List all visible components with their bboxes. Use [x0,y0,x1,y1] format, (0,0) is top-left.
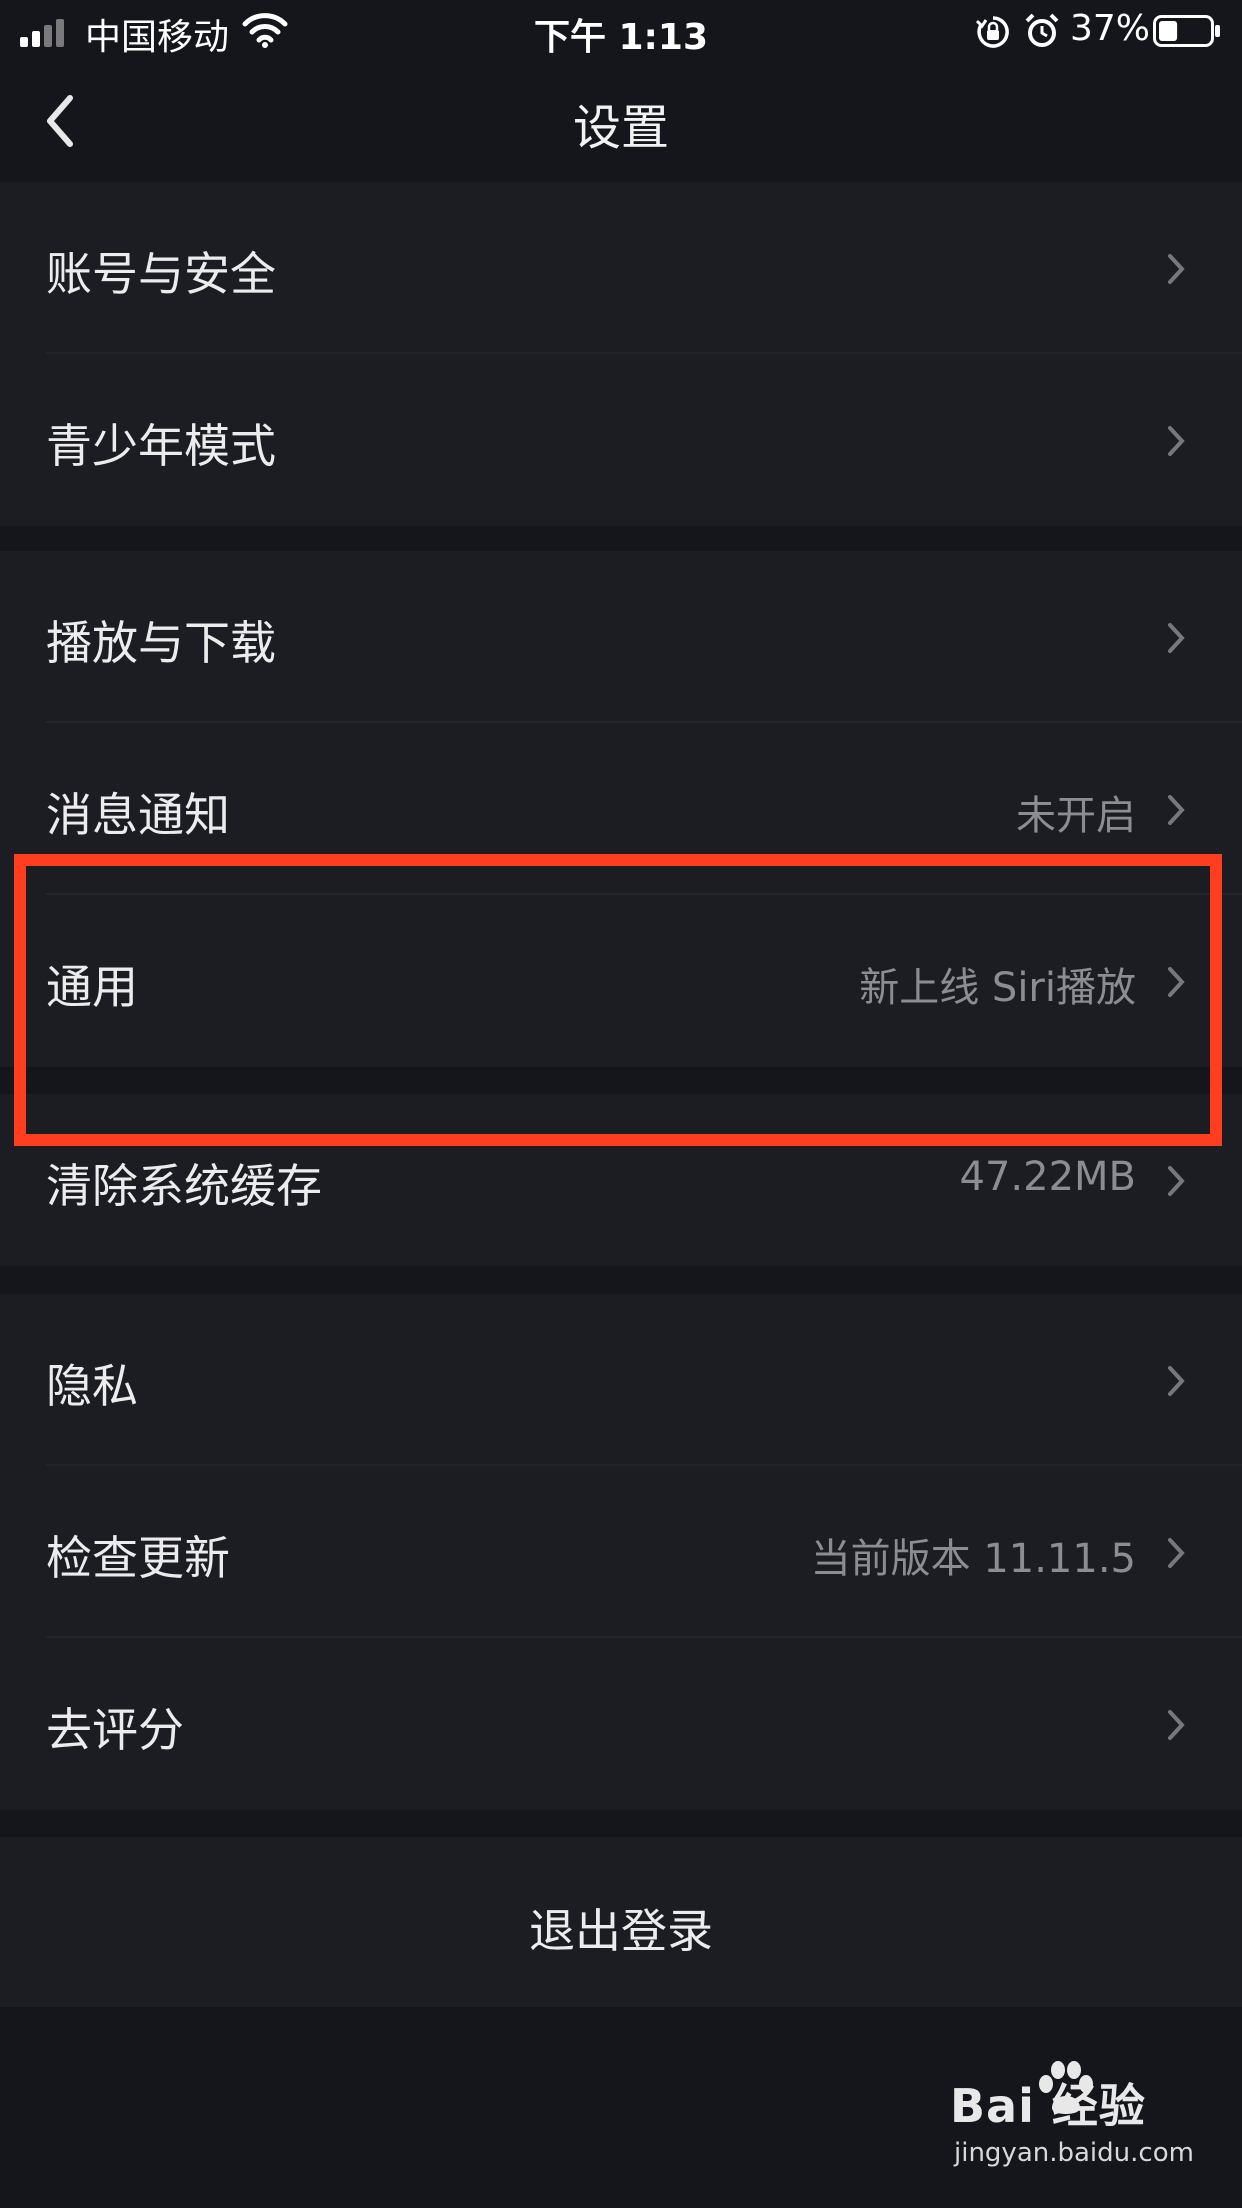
row-label: 青少年模式 [46,419,276,473]
row-value: 新上线 Siri播放 [859,965,1136,1011]
page-title: 设置 [572,100,669,156]
watermark-url: jingyan.baidu.com [954,2138,1194,2168]
battery-percent: 37% [1070,8,1151,49]
settings-row-account-security[interactable]: 账号与安全 [0,182,1242,354]
chevron-right-icon [1168,426,1185,456]
chevron-right-icon [1168,795,1185,825]
row-value: 47.22MB [959,1154,1136,1200]
chevron-right-icon [1168,1166,1185,1196]
chevron-right-icon [1168,967,1185,997]
settings-group-about: 隐私 检查更新 当前版本 11.11.5 去评分 [0,1294,1242,1810]
rotation-lock-icon [976,16,1009,48]
logout-button[interactable]: 退出登录 [0,1837,1242,2007]
settings-group-account: 账号与安全 青少年模式 [0,182,1242,526]
chevron-right-icon [1168,623,1185,653]
battery-icon [1153,15,1220,47]
row-label: 账号与安全 [46,247,276,301]
status-bar: 中国移动 下午 1:13 37% [0,0,1242,62]
row-label: 清除系统缓存 [46,1159,322,1213]
navigation-bar: 设置 [0,62,1242,182]
settings-row-general[interactable]: 通用 新上线 Siri播放 [0,895,1242,1067]
row-label: 消息通知 [46,788,230,842]
settings-row-notifications[interactable]: 消息通知 未开启 [0,723,1242,895]
row-label: 播放与下载 [46,616,276,670]
settings-row-playback-download[interactable]: 播放与下载 [0,551,1242,723]
row-label: 通用 [46,960,138,1014]
row-value: 未开启 [1016,793,1136,839]
settings-row-teen-mode[interactable]: 青少年模式 [0,354,1242,526]
paw-logo-icon [1039,2061,1093,2114]
row-label: 检查更新 [46,1531,230,1585]
chevron-right-icon [1168,254,1185,284]
settings-row-check-update[interactable]: 检查更新 当前版本 11.11.5 [0,1466,1242,1638]
row-value: 当前版本 11.11.5 [810,1536,1136,1582]
chevron-right-icon [1168,1538,1185,1568]
logout-label: 退出登录 [529,1904,713,1958]
settings-row-rate[interactable]: 去评分 [0,1638,1242,1810]
alarm-icon [1025,13,1059,47]
settings-row-privacy[interactable]: 隐私 [0,1294,1242,1466]
chevron-right-icon [1168,1366,1185,1396]
settings-group-playback: 播放与下载 消息通知 未开启 通用 新上线 Siri播放 [0,551,1242,1067]
settings-group-cache: 清除系统缓存 47.22MB [0,1094,1242,1266]
row-label: 去评分 [46,1703,184,1757]
baidu-jingyan-watermark: Bai 经验 jingyan.baidu.com [950,2061,1194,2190]
chevron-right-icon [1168,1710,1185,1740]
settings-row-clear-cache[interactable]: 清除系统缓存 47.22MB [0,1094,1242,1266]
row-label: 隐私 [46,1359,138,1413]
